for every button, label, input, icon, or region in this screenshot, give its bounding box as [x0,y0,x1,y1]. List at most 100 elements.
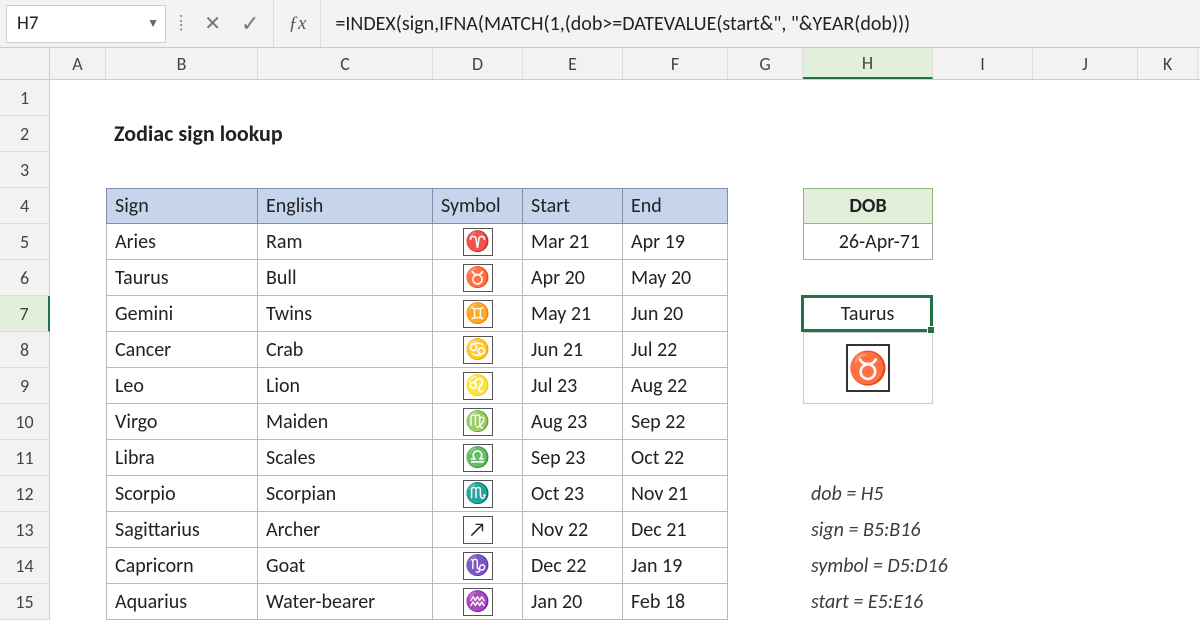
col-header-g[interactable]: G [728,48,803,79]
cell-end[interactable]: Jul 22 [623,332,728,368]
col-header-b[interactable]: B [106,48,258,79]
cell-sign[interactable]: Sagittarius [106,512,258,548]
row-header-3[interactable]: 3 [0,152,50,188]
cell-english[interactable]: Archer [258,512,433,548]
cell-english[interactable]: Crab [258,332,433,368]
cell-symbol[interactable]: ♒ [433,584,523,620]
row-header-1[interactable]: 1 [0,80,50,116]
cell-end[interactable]: Feb 18 [623,584,728,620]
th-sign: Sign [106,188,258,224]
cell-english[interactable]: Lion [258,368,433,404]
cell-english[interactable]: Scales [258,440,433,476]
row-header-2[interactable]: 2 [0,116,50,152]
col-header-i[interactable]: I [933,48,1033,79]
note: start = E5:E16 [803,584,933,620]
cell-sign[interactable]: Scorpio [106,476,258,512]
col-header-c[interactable]: C [258,48,433,79]
cell-sign[interactable]: Leo [106,368,258,404]
cell-symbol[interactable]: ♈ [433,224,523,260]
col-header-a[interactable]: A [50,48,106,79]
cell-start[interactable]: Jan 20 [523,584,623,620]
cell-english[interactable]: Ram [258,224,433,260]
cell-start[interactable]: Aug 23 [523,404,623,440]
cell-sign[interactable]: Taurus [106,260,258,296]
cell-start[interactable]: Oct 23 [523,476,623,512]
cell-symbol[interactable]: ♍ [433,404,523,440]
cell-sign[interactable]: Cancer [106,332,258,368]
cell-end[interactable]: Nov 21 [623,476,728,512]
cell-end[interactable]: Oct 22 [623,440,728,476]
result-sign-cell[interactable]: Taurus [803,296,933,332]
col-header-f[interactable]: F [623,48,728,79]
cell-start[interactable]: May 21 [523,296,623,332]
zodiac-icon: ♑ [463,552,493,580]
cell-symbol[interactable]: ♊ [433,296,523,332]
cell-end[interactable]: Apr 19 [623,224,728,260]
cell-start[interactable]: Jun 21 [523,332,623,368]
cell-symbol[interactable]: ♏ [433,476,523,512]
expand-icon[interactable]: ⁞ [179,20,184,28]
row-header-13[interactable]: 13 [0,512,50,548]
cell-symbol[interactable]: ♎ [433,440,523,476]
cell-sign[interactable]: Virgo [106,404,258,440]
cell-start[interactable]: Dec 22 [523,548,623,584]
row-header-5[interactable]: 5 [0,224,50,260]
row-header-11[interactable]: 11 [0,440,50,476]
row-header-8[interactable]: 8 [0,332,50,368]
cell-end[interactable]: Dec 21 [623,512,728,548]
name-box[interactable]: H7 ▼ [6,5,166,43]
spreadsheet-grid: A B C D E F G H I J K 1 2 3 4 5 6 7 8 9 … [0,48,1200,620]
row-header-9[interactable]: 9 [0,368,50,404]
chevron-down-icon[interactable]: ▼ [147,16,159,31]
cell-english[interactable]: Scorpian [258,476,433,512]
result-sign: Taurus [841,302,895,326]
col-header-e[interactable]: E [523,48,623,79]
th-english: English [258,188,433,224]
cell-english[interactable]: Maiden [258,404,433,440]
cell-end[interactable]: Jun 20 [623,296,728,332]
cell-start[interactable]: Sep 23 [523,440,623,476]
col-header-k[interactable]: K [1138,48,1198,79]
cell-sign[interactable]: Gemini [106,296,258,332]
cell-english[interactable]: Water-bearer [258,584,433,620]
row-header-4[interactable]: 4 [0,188,50,224]
cell-start[interactable]: Apr 20 [523,260,623,296]
cell-end[interactable]: May 20 [623,260,728,296]
cell-symbol[interactable]: ♋ [433,332,523,368]
cell-sign[interactable]: Capricorn [106,548,258,584]
accept-icon[interactable]: ✓ [241,10,259,37]
cell-symbol[interactable]: ♑ [433,548,523,584]
col-header-d[interactable]: D [433,48,523,79]
cancel-icon[interactable]: ✕ [204,11,221,36]
select-all-corner[interactable] [0,48,50,79]
cell-end[interactable]: Sep 22 [623,404,728,440]
cell-symbol[interactable]: ♌ [433,368,523,404]
row-headers: 1 2 3 4 5 6 7 8 9 10 11 12 13 14 15 [0,80,50,620]
cell-english[interactable]: Twins [258,296,433,332]
cell-symbol[interactable]: ↗ [433,512,523,548]
cell-sign[interactable]: Aquarius [106,584,258,620]
cell-english[interactable]: Bull [258,260,433,296]
col-header-h[interactable]: H [803,48,933,79]
row-header-15[interactable]: 15 [0,584,50,620]
cells-area[interactable]: Zodiac sign lookup Sign English Symbol S… [50,80,1200,620]
row-header-6[interactable]: 6 [0,260,50,296]
cell-start[interactable]: Jul 23 [523,368,623,404]
zodiac-icon: ♉ [463,264,493,292]
cell-sign[interactable]: Libra [106,440,258,476]
cell-symbol[interactable]: ♉ [433,260,523,296]
fx-icon[interactable]: ƒx [274,0,321,47]
row-header-7[interactable]: 7 [0,296,50,332]
dob-value[interactable]: 26-Apr-71 [803,224,933,260]
cell-sign[interactable]: Aries [106,224,258,260]
cell-end[interactable]: Jan 19 [623,548,728,584]
col-header-j[interactable]: J [1033,48,1138,79]
cell-english[interactable]: Goat [258,548,433,584]
row-header-12[interactable]: 12 [0,476,50,512]
cell-start[interactable]: Mar 21 [523,224,623,260]
row-header-10[interactable]: 10 [0,404,50,440]
row-header-14[interactable]: 14 [0,548,50,584]
formula-input[interactable]: =INDEX(sign,IFNA(MATCH(1,(dob>=DATEVALUE… [321,12,1200,36]
cell-end[interactable]: Aug 22 [623,368,728,404]
cell-start[interactable]: Nov 22 [523,512,623,548]
